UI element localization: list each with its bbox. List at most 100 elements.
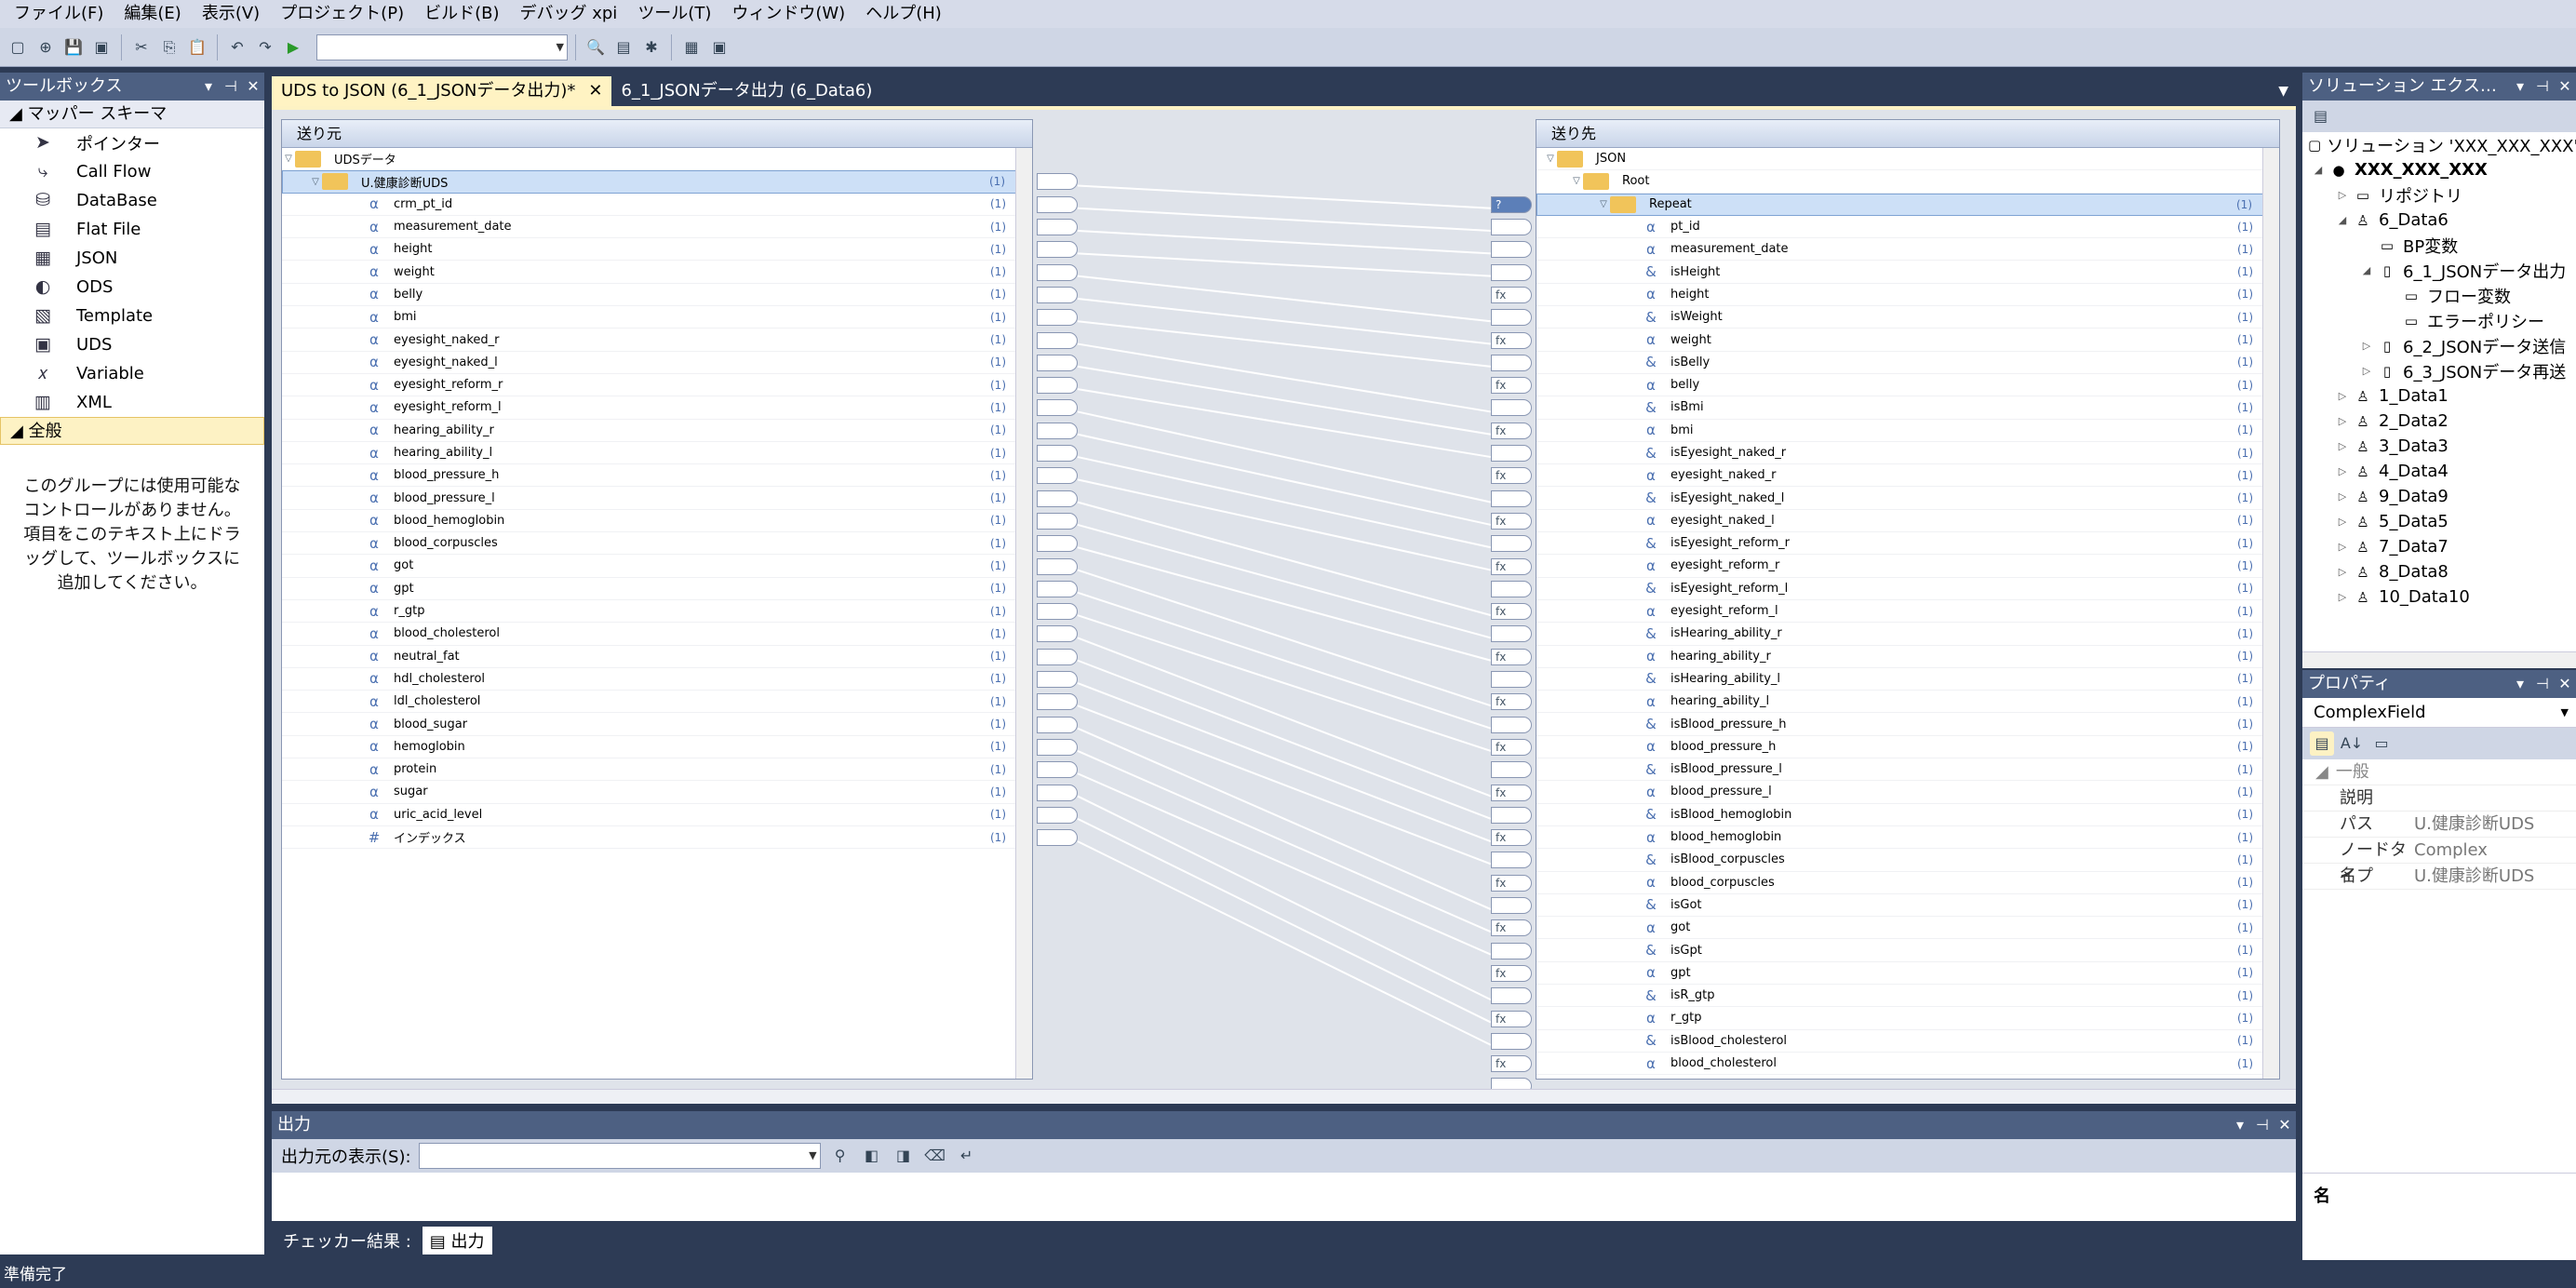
source-field-row[interactable]: α weight (1) bbox=[282, 261, 1032, 284]
target-field-row[interactable]: α eyesight_naked_r (1) bbox=[1536, 464, 2279, 488]
source-field-row[interactable]: α blood_sugar (1) bbox=[282, 713, 1032, 736]
tree-node-uds-data[interactable]: ▽ UDSデータ bbox=[282, 148, 1032, 171]
function-port[interactable]: fx bbox=[1491, 603, 1532, 621]
property-row[interactable]: パス U.健康診断UDS bbox=[2302, 812, 2576, 838]
target-field-row[interactable]: α blood_cholesterol (1) bbox=[1536, 1053, 2279, 1076]
target-port[interactable] bbox=[1491, 987, 1532, 1005]
target-field-row[interactable]: & isGpt (1) bbox=[1536, 939, 2279, 962]
solution-item[interactable]: ▭ フロー変数 bbox=[2302, 283, 2576, 308]
target-field-row[interactable]: α eyesight_naked_l (1) bbox=[1536, 510, 2279, 533]
target-port[interactable] bbox=[1491, 241, 1532, 259]
target-port[interactable] bbox=[1491, 806, 1532, 824]
close-icon[interactable]: ✕ bbox=[2274, 1111, 2296, 1139]
property-row[interactable]: 説明 bbox=[2302, 785, 2576, 812]
source-port[interactable] bbox=[1037, 671, 1078, 689]
source-field-row[interactable]: α ldl_cholesterol (1) bbox=[282, 691, 1032, 714]
paste-icon[interactable]: 📋 bbox=[185, 35, 209, 60]
source-port[interactable] bbox=[1037, 829, 1078, 847]
window-icon[interactable]: ▣ bbox=[707, 35, 731, 60]
categorized-icon[interactable]: ▤ bbox=[2310, 731, 2334, 756]
chevron-down-icon[interactable]: ▼ bbox=[2271, 76, 2296, 106]
save-icon[interactable]: 💾 bbox=[61, 35, 86, 60]
source-field-row[interactable]: α height (1) bbox=[282, 238, 1032, 262]
toolbox-item[interactable]: ➤ ポインター bbox=[0, 128, 264, 157]
checker-results-tab[interactable]: チェッカー結果 : bbox=[283, 1228, 411, 1253]
source-field-row[interactable]: α eyesight_reform_l (1) bbox=[282, 396, 1032, 420]
source-port[interactable] bbox=[1037, 648, 1078, 665]
target-field-row[interactable]: & isEyesight_naked_r (1) bbox=[1536, 442, 2279, 465]
source-port[interactable] bbox=[1037, 693, 1078, 711]
toolbox-item[interactable]: ▤ Flat File bbox=[0, 215, 264, 244]
target-port[interactable] bbox=[1491, 535, 1532, 553]
expand-icon[interactable]: ▷ bbox=[2332, 566, 2353, 578]
solution-item[interactable]: ▷ ♙ 8_Data8 bbox=[2302, 559, 2576, 584]
property-pages-icon[interactable]: ▭ bbox=[2369, 731, 2394, 756]
solution-item[interactable]: ▭ エラーポリシー bbox=[2302, 308, 2576, 333]
target-field-row[interactable]: & isHearing_ability_r (1) bbox=[1536, 623, 2279, 646]
target-port[interactable] bbox=[1491, 671, 1532, 689]
source-port[interactable] bbox=[1037, 761, 1078, 779]
source-port[interactable] bbox=[1037, 331, 1078, 349]
source-port[interactable] bbox=[1037, 580, 1078, 597]
function-port[interactable]: fx bbox=[1491, 331, 1532, 349]
source-port[interactable] bbox=[1037, 286, 1078, 303]
source-port[interactable] bbox=[1037, 784, 1078, 801]
next-message-icon[interactable]: ◨ bbox=[892, 1144, 916, 1168]
target-port[interactable] bbox=[1491, 490, 1532, 507]
source-port[interactable] bbox=[1037, 354, 1078, 371]
properties-object-select[interactable]: ComplexField ▼ bbox=[2302, 698, 2576, 728]
function-port[interactable]: fx bbox=[1491, 1055, 1532, 1073]
find-icon[interactable]: 🔍 bbox=[584, 35, 608, 60]
menu-item[interactable]: ウィンドウ(W) bbox=[721, 0, 855, 28]
expand-icon[interactable]: ▷ bbox=[2332, 591, 2353, 603]
source-field-row[interactable]: α blood_hemoglobin (1) bbox=[282, 510, 1032, 533]
source-field-row[interactable]: α blood_corpuscles (1) bbox=[282, 532, 1032, 556]
source-field-row[interactable]: α sugar (1) bbox=[282, 781, 1032, 804]
prev-message-icon[interactable]: ◧ bbox=[860, 1144, 884, 1168]
properties-icon[interactable]: ▤ bbox=[611, 35, 636, 60]
target-field-row[interactable]: α blood_pressure_h (1) bbox=[1536, 736, 2279, 759]
function-port[interactable]: fx bbox=[1491, 1010, 1532, 1027]
source-field-row[interactable]: α eyesight_naked_l (1) bbox=[282, 352, 1032, 374]
clear-all-icon[interactable]: ⌫ bbox=[923, 1144, 947, 1168]
target-field-row[interactable]: & isR_gtp (1) bbox=[1536, 985, 2279, 1008]
expand-icon[interactable]: ▽ bbox=[309, 177, 322, 187]
source-field-row[interactable]: α blood_pressure_l (1) bbox=[282, 487, 1032, 510]
source-port[interactable] bbox=[1037, 445, 1078, 463]
source-field-row[interactable]: α belly (1) bbox=[282, 284, 1032, 307]
expand-icon[interactable]: ▷ bbox=[2332, 390, 2353, 402]
solution-item[interactable]: ▷ ♙ 4_Data4 bbox=[2302, 459, 2576, 484]
target-field-row[interactable]: α blood_corpuscles (1) bbox=[1536, 872, 2279, 894]
start-debug-icon[interactable]: ▶ bbox=[281, 35, 305, 60]
function-port[interactable]: fx bbox=[1491, 738, 1532, 756]
target-field-row[interactable]: & isBlood_corpuscles (1) bbox=[1536, 849, 2279, 872]
target-scrollbar[interactable] bbox=[2262, 148, 2279, 1079]
tools-icon[interactable]: ✱ bbox=[639, 35, 664, 60]
toolbox-group-general[interactable]: ◢ 全般 bbox=[0, 417, 264, 445]
source-port[interactable] bbox=[1037, 806, 1078, 824]
mapper-hscrollbar[interactable] bbox=[272, 1089, 2296, 1104]
target-tree-node[interactable]: ▽ JSON bbox=[1536, 148, 2279, 171]
pin-icon[interactable]: ⊣ bbox=[2531, 73, 2554, 101]
function-port[interactable]: fx bbox=[1491, 422, 1532, 439]
dropdown-icon[interactable]: ▾ bbox=[197, 73, 220, 101]
source-field-row[interactable]: α bmi (1) bbox=[282, 306, 1032, 329]
toolbox-item[interactable]: ▥ XML bbox=[0, 388, 264, 417]
source-field-row[interactable]: α hdl_cholesterol (1) bbox=[282, 668, 1032, 691]
solution-item[interactable]: ▷ ♙ 10_Data10 bbox=[2302, 584, 2576, 610]
source-port[interactable] bbox=[1037, 219, 1078, 236]
target-port[interactable] bbox=[1491, 625, 1532, 643]
target-field-row[interactable]: & isGot (1) bbox=[1536, 894, 2279, 918]
solution-item[interactable]: ▷ ♙ 9_Data9 bbox=[2302, 484, 2576, 509]
source-field-row[interactable]: α eyesight_reform_r (1) bbox=[282, 374, 1032, 397]
target-port[interactable] bbox=[1491, 399, 1532, 417]
target-field-row[interactable]: & isBlood_hemoglobin (1) bbox=[1536, 804, 2279, 826]
source-port[interactable] bbox=[1037, 512, 1078, 530]
function-port[interactable]: fx bbox=[1491, 829, 1532, 847]
solution-item[interactable]: ▭ BP変数 bbox=[2302, 233, 2576, 258]
solution-item[interactable]: ▷ ▭ リポジトリ bbox=[2302, 182, 2576, 208]
source-field-row[interactable]: α r_gtp (1) bbox=[282, 600, 1032, 624]
target-port[interactable] bbox=[1491, 897, 1532, 915]
target-port[interactable] bbox=[1491, 852, 1532, 869]
target-field-row[interactable]: α gpt (1) bbox=[1536, 962, 2279, 985]
